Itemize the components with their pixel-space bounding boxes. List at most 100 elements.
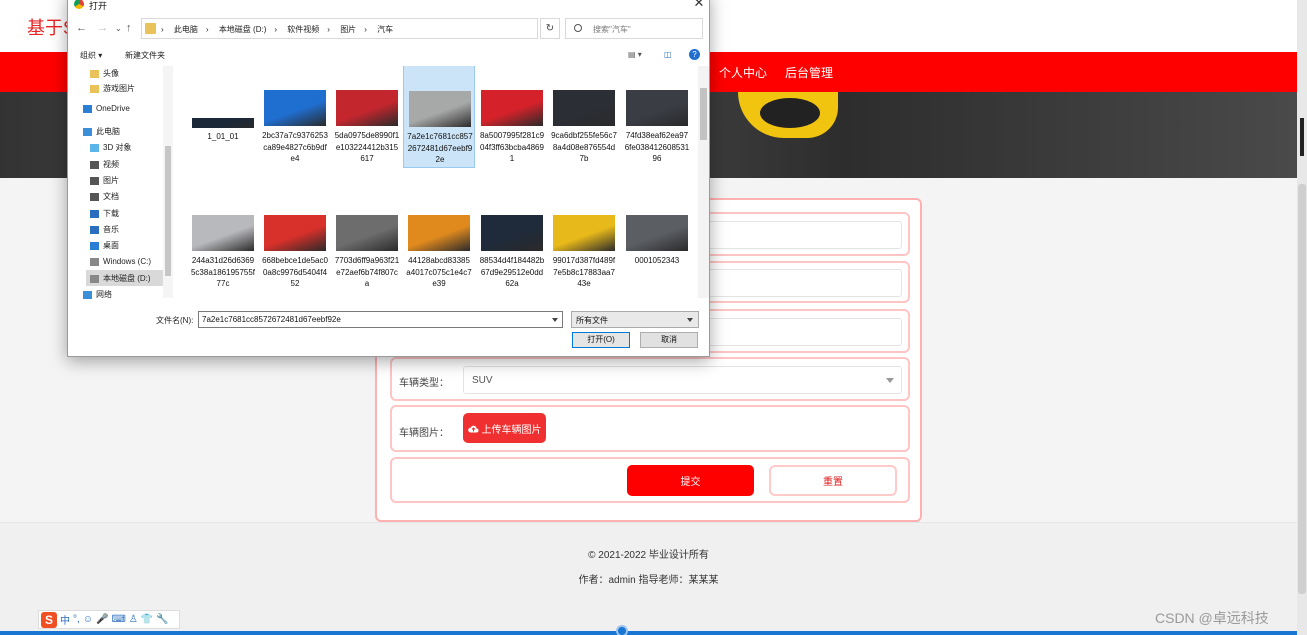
forward-arrow-icon[interactable]: → [97,22,108,34]
file-item[interactable]: 44128abcd83385a4017c075c1e4c7e39 [403,189,475,293]
help-icon[interactable]: ? [689,49,700,60]
progress-handle[interactable] [616,625,628,635]
close-icon[interactable]: ✕ [690,0,708,12]
tree-item[interactable]: 头像 [90,68,119,79]
tree-item[interactable]: 此电脑 [83,126,120,137]
file-item[interactable]: 244a31d26d63695c38a186195755f77c [187,189,259,293]
file-grid-scrollbar[interactable] [698,66,709,298]
breadcrumb-item[interactable]: 图片 [340,25,356,34]
file-item[interactable]: 74fd38eaf62ea976fe03841260853196 [621,66,693,168]
path-box[interactable]: › 此电脑 › 本地磁盘 (D:) › 软件视频 › 图片 › 汽车 [141,18,538,39]
tree-item[interactable]: 网络 [83,289,112,300]
page-scrollbar[interactable] [1297,0,1307,635]
tree-item[interactable]: OneDrive [83,104,130,113]
cancel-button[interactable]: 取消 [640,332,698,348]
chevron-down-icon[interactable] [552,318,558,322]
drive-icon [90,274,99,283]
file-item[interactable]: 5da0975de8990f1e103224412b315617 [331,66,403,168]
file-item[interactable] [403,285,475,298]
file-item[interactable]: 0001052343 [621,189,693,293]
tree-item-label: 桌面 [103,241,119,250]
tree-item[interactable]: 图片 [90,175,119,186]
site-footer: © 2021-2022 毕业设计所有 作者：admin 指导老师：某某某 [0,522,1297,635]
file-item[interactable]: 2bc37a7c9376253ca89e4827c6b9dfe4 [259,66,331,168]
vehicle-type-select[interactable]: SUV [463,366,902,394]
reset-button[interactable]: 重置 [769,465,897,496]
tree-item-label: 网络 [96,290,112,299]
page-scroll-thumb[interactable] [1298,184,1306,594]
file-grid-scroll-thumb[interactable] [700,88,707,140]
breadcrumb-item[interactable]: 本地磁盘 (D:) [219,25,267,34]
search-placeholder: 搜索"汽车" [593,25,631,34]
tree-item[interactable]: 文档 [90,191,119,202]
recent-chevron-icon[interactable]: ⌄ [115,24,122,33]
breadcrumb-separator: › [205,25,209,34]
file-item[interactable] [476,285,548,298]
breadcrumb-item[interactable]: 汽车 [377,25,393,34]
nav-item-admin[interactable]: 后台管理 [785,64,833,81]
tree-item[interactable]: 3D 对象 [90,142,131,153]
tree-item-label: 图片 [103,176,119,185]
tree-item-label: 本地磁盘 (D:) [103,274,151,283]
smile-icon[interactable]: ☺ [83,614,93,625]
nav-item-personal-center[interactable]: 个人中心 [719,64,767,81]
submit-button[interactable]: 提交 [627,465,754,496]
file-thumbnail [408,215,470,251]
file-item[interactable]: 9ca6dbf255fe56c78a4d08e876554d7b [548,66,620,168]
file-thumbnail [409,91,471,127]
file-item[interactable]: 88534d4f184482b67d9e29512e0dd62a [476,189,548,293]
upload-image-button[interactable]: 上传车辆图片 [463,413,546,443]
nav-pane-scroll-thumb[interactable] [165,146,171,276]
keyboard-icon[interactable]: ⌨ [111,614,125,625]
mic-icon[interactable]: 🎤 [96,614,108,625]
ime-mode-label[interactable]: 中 [60,612,70,627]
tree-item[interactable]: 下载 [90,208,119,219]
tree-item[interactable]: Windows (C:) [90,257,151,266]
organize-button[interactable]: 组织 ▾ [80,50,102,61]
back-arrow-icon[interactable]: ← [76,22,87,34]
view-options-icon[interactable]: ▤ ▾ [628,50,642,59]
tree-item-label: 音乐 [103,225,119,234]
file-item[interactable]: 8a5007995f281c904f3ff63bcba48691 [476,66,548,168]
vehicle-type-label: 车辆类型： [399,378,449,389]
shirt-icon[interactable]: 👕 [141,614,153,625]
ime-toolbar[interactable]: S 中 °, ☺ 🎤 ⌨ ♙ 👕 🔧 [38,610,180,629]
nav-pane-scrollbar[interactable] [163,66,173,298]
file-thumbnail [481,215,543,251]
tree-item[interactable]: 本地磁盘 (D:) [90,273,151,284]
search-box[interactable]: 搜索"汽车" [565,18,703,39]
csdn-watermark: CSDN @卓远科技 [1155,610,1269,626]
tree-item[interactable]: 音乐 [90,224,119,235]
wrench-icon[interactable]: 🔧 [156,614,168,625]
refresh-icon[interactable]: ↻ [540,18,560,39]
filetype-select[interactable]: 所有文件 [571,311,699,328]
breadcrumb-item[interactable]: 此电脑 [174,25,198,34]
new-folder-button[interactable]: 新建文件夹 [125,50,165,61]
user-icon[interactable]: ♙ [129,614,138,625]
file-item[interactable]: 99017d387fd489f7e5b8c17883aa743e [548,189,620,293]
dialog-titlebar[interactable]: 打开 ✕ [68,0,709,13]
file-item[interactable]: 1_01_01 [187,66,259,168]
tree-item[interactable]: 游戏图片 [90,83,135,94]
file-name-label: 1_01_01 [207,132,239,141]
filename-input[interactable]: 7a2e1c7681cc8572672481d67eebf92e [198,311,563,328]
open-button[interactable]: 打开(O) [572,332,630,348]
breadcrumb-item[interactable]: 软件视频 [287,25,319,34]
preview-pane-icon[interactable]: ◫ [664,50,672,59]
file-item[interactable]: 668bebce1de5ac00a8c9976d5404f452 [259,189,331,293]
filename-value: 7a2e1c7681cc8572672481d67eebf92e [202,315,341,324]
file-name-label: 8a5007995f281c904f3ff63bcba48691 [479,131,545,163]
file-item[interactable] [187,285,259,298]
file-item[interactable] [621,285,693,298]
up-arrow-icon[interactable]: ↑ [126,22,132,34]
tree-item[interactable]: 桌面 [90,240,119,251]
tree-item-label: OneDrive [96,104,130,113]
file-name-label: 0001052343 [634,256,680,265]
file-item[interactable] [259,285,331,298]
file-item[interactable] [548,285,620,298]
tree-item[interactable]: 视频 [90,159,119,170]
file-item[interactable]: 7703d6ff9a963f21e72aef6b74f807ca [331,189,403,293]
file-item[interactable] [331,285,403,298]
file-item[interactable]: 7a2e1c7681cc8572672481d67eebf92e [403,66,475,168]
ime-punct-label[interactable]: °, [73,614,80,625]
